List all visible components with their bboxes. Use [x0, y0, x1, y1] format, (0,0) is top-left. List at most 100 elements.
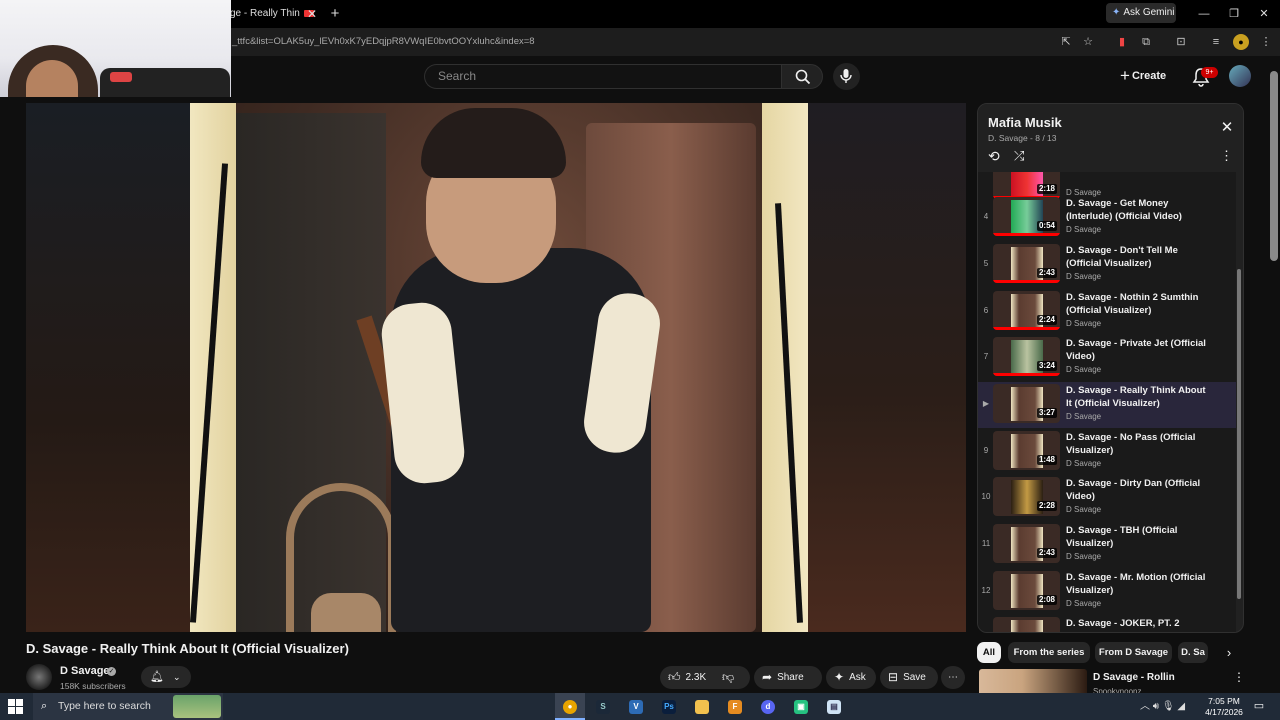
- shuffle-icon[interactable]: ⤮: [1014, 149, 1030, 163]
- more-vertical-icon[interactable]: ⋮: [1233, 670, 1245, 686]
- profile-icon[interactable]: ●: [1233, 34, 1249, 50]
- loop-icon[interactable]: ⟲: [988, 149, 1004, 163]
- playlist-item-thumbnail[interactable]: 1:48: [993, 431, 1060, 470]
- playlist-item-current[interactable]: ▶ 3:27 D. Savage - Really Think About It (…: [978, 382, 1236, 428]
- notepad-taskbar-icon[interactable]: ▤: [819, 693, 849, 720]
- close-window-button[interactable]: ✕: [1254, 4, 1274, 24]
- playlist-item-channel: D Savage: [1066, 319, 1102, 328]
- ask-gemini-button[interactable]: ✦ Ask Gemini: [1106, 3, 1176, 23]
- extensions-puzzle-icon[interactable]: ⧉: [1138, 34, 1154, 50]
- tab-close-icon[interactable]: ✕: [305, 4, 319, 24]
- playlist-item-thumbnail[interactable]: 3:27: [993, 384, 1060, 423]
- playlist-item-title[interactable]: D. Savage - Get Money (Interlude) (Offic…: [1066, 197, 1206, 223]
- search-input[interactable]: Search: [424, 64, 782, 89]
- file-explorer-taskbar-icon[interactable]: [687, 693, 717, 720]
- url-text[interactable]: _ttfc&list=OLAK5uy_lEVh0xK7yEDqjpR8VWqIE…: [232, 36, 535, 47]
- watched-progress-bar: [993, 327, 1060, 330]
- playlist-item[interactable]: 9 1:48 D. Savage - No Pass (Official Visua…: [978, 429, 1236, 475]
- more-horizontal-icon: ⋯: [948, 672, 958, 683]
- chip-all[interactable]: All: [977, 642, 1001, 663]
- search-button[interactable]: [781, 64, 823, 89]
- new-tab-button[interactable]: +: [327, 4, 343, 24]
- playlist-item-thumbnail[interactable]: 2:43: [993, 244, 1060, 283]
- volume-icon[interactable]: 🔊︎: [1153, 701, 1159, 712]
- playlist-item-title[interactable]: D. Savage - JOKER, PT. 2 (Official Video…: [1066, 617, 1206, 632]
- playlist-item-title[interactable]: D. Savage - Mr. Motion (Official Visuali…: [1066, 571, 1206, 597]
- playlist-item-title[interactable]: D. Savage - Dirty Dan (Official Video): [1066, 477, 1206, 503]
- channel-name[interactable]: D Savage: [60, 665, 110, 677]
- green-app-taskbar-icon[interactable]: ▣: [786, 693, 816, 720]
- voice-search-button[interactable]: [833, 63, 860, 90]
- playlist-item-thumbnail[interactable]: 2:24: [993, 291, 1060, 330]
- chip-partial[interactable]: D. Sa: [1178, 642, 1208, 663]
- playlist-scrollbar[interactable]: [1237, 269, 1241, 599]
- playlist-item-thumbnail[interactable]: 3:24: [993, 337, 1060, 376]
- playlist-item-thumbnail[interactable]: 2:08: [993, 571, 1060, 610]
- subscription-bell-button[interactable]: 🔔︎ ⌄: [141, 666, 191, 688]
- media-queue-icon[interactable]: ≡: [1208, 34, 1224, 50]
- mic-tray-icon[interactable]: 🎙︎: [1162, 701, 1175, 712]
- windows-start-button[interactable]: [8, 699, 23, 714]
- thumbs-down-icon[interactable]: 👎︎: [722, 666, 734, 689]
- restore-button[interactable]: ❐: [1224, 4, 1244, 24]
- playlist-item-channel: D Savage: [1066, 599, 1102, 608]
- playlist-item[interactable]: 5 2:43 D. Savage - Don't Tell Me (Official…: [978, 242, 1236, 288]
- playlist-item-title[interactable]: D. Savage - No Pass (Official Visualizer…: [1066, 431, 1206, 457]
- taskbar-search[interactable]: ⌕ Type here to search: [33, 693, 223, 720]
- page-scrollbar[interactable]: [1270, 71, 1278, 261]
- discord-taskbar-icon[interactable]: d: [753, 693, 783, 720]
- chip-from-d-savage[interactable]: From D Savage: [1095, 642, 1172, 663]
- tab-search-icon[interactable]: ⊡: [1173, 34, 1189, 50]
- playlist-item[interactable]: 6 2:24 D. Savage - Nothin 2 Sumthin (Offic…: [978, 289, 1236, 335]
- playlist-item[interactable]: 4 0:54 D. Savage - Get Money (Interlude) (…: [978, 195, 1236, 241]
- like-count[interactable]: 2.3K: [686, 672, 707, 683]
- playlist-title[interactable]: Mafia Musik: [988, 115, 1062, 130]
- channel-avatar[interactable]: [26, 664, 52, 690]
- extension-red-icon[interactable]: ▮: [1114, 34, 1130, 50]
- visual-studio-taskbar-icon[interactable]: V: [621, 693, 651, 720]
- playlist-item[interactable]: 11 2:43 D. Savage - TBH (Official Visualiz…: [978, 522, 1236, 568]
- recommended-thumbnail[interactable]: [979, 669, 1087, 693]
- playlist-item-thumbnail[interactable]: 2:28: [993, 477, 1060, 516]
- network-icon[interactable]: ◢: [1177, 701, 1185, 712]
- chrome-menu-icon[interactable]: ⋮: [1258, 34, 1274, 50]
- more-actions-button[interactable]: ⋯: [941, 666, 965, 689]
- create-button[interactable]: + Create: [1120, 65, 1178, 87]
- windows-logo-pane: [16, 699, 23, 706]
- playlist-item-title[interactable]: D. Savage - TBH (Official Visualizer): [1066, 524, 1206, 550]
- system-tray[interactable]: ︿ 🔊︎ 🎙︎ ◢: [1140, 693, 1200, 720]
- playlist-item[interactable]: 7 3:24 D. Savage - Private Jet (Official V…: [978, 335, 1236, 381]
- fl-studio-taskbar-icon[interactable]: F: [720, 693, 750, 720]
- more-vertical-icon[interactable]: ⋮: [1220, 149, 1233, 163]
- playlist-item-thumbnail[interactable]: 2:43: [993, 524, 1060, 563]
- cast-icon[interactable]: ⇱: [1058, 34, 1074, 50]
- playlist-item[interactable]: 12 2:08 D. Savage - Mr. Motion (Official V…: [978, 569, 1236, 615]
- playlist-item[interactable]: 10 2:28 D. Savage - Dirty Dan (Official Vi…: [978, 475, 1236, 521]
- notification-center-icon[interactable]: ▭: [1252, 699, 1266, 713]
- chevron-right-icon[interactable]: ›: [1219, 643, 1239, 663]
- chrome-taskbar-icon[interactable]: ●: [555, 693, 585, 720]
- share-button[interactable]: ➦ Share: [754, 666, 822, 689]
- playlist-header: Mafia Musik D. Savage - 8 / 13 ✕ ⟲ ⤮ ⋮: [978, 104, 1243, 172]
- ask-button[interactable]: ✦ Ask: [826, 666, 876, 689]
- bookmark-star-icon[interactable]: ☆: [1080, 34, 1096, 50]
- chevron-up-icon[interactable]: ︿: [1140, 701, 1150, 712]
- minimize-button[interactable]: —: [1194, 4, 1214, 24]
- save-button[interactable]: ⊟ Save: [880, 666, 938, 689]
- playlist-item-thumbnail[interactable]: [993, 617, 1060, 632]
- playlist-item[interactable]: D. Savage - JOKER, PT. 2 (Official Video…: [978, 615, 1236, 632]
- playlist-item-thumbnail[interactable]: 0:54: [993, 197, 1060, 236]
- playlist-item-title[interactable]: D. Savage - Don't Tell Me (Official Visu…: [1066, 244, 1206, 270]
- close-icon[interactable]: ✕: [1218, 119, 1236, 137]
- video-player[interactable]: [26, 103, 966, 632]
- steam-taskbar-icon[interactable]: S: [588, 693, 618, 720]
- taskbar-clock[interactable]: 7:05 PM 4/17/2026: [1201, 696, 1247, 718]
- account-avatar[interactable]: [1229, 65, 1251, 87]
- recommended-title[interactable]: D Savage - Rollin: [1093, 672, 1175, 683]
- playlist-item-title[interactable]: D. Savage - Really Think About It (Offic…: [1066, 384, 1206, 410]
- thumbs-up-icon[interactable]: 👍︎: [668, 666, 681, 689]
- playlist-item-title[interactable]: D. Savage - Private Jet (Official Video): [1066, 337, 1206, 363]
- playlist-item-title[interactable]: D. Savage - Nothin 2 Sumthin (Official V…: [1066, 291, 1206, 317]
- chip-from-the-series[interactable]: From the series: [1008, 642, 1090, 663]
- photoshop-taskbar-icon[interactable]: Ps: [654, 693, 684, 720]
